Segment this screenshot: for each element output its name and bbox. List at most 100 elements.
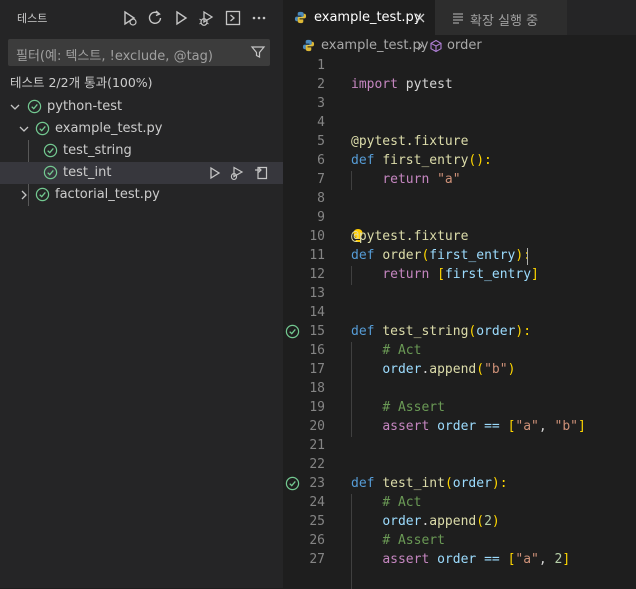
passed-icon [43,165,58,180]
test-filter-input[interactable]: 필터(예: 텍스트, !exclude, @tag) [8,39,270,66]
line-number: 18 [309,381,325,396]
run-with-coverage-button[interactable] [121,9,139,27]
line-number: 16 [309,343,325,358]
line-number: 7 [317,172,325,187]
code-line-24: # Act [382,495,422,510]
run-test-icon[interactable] [207,165,223,181]
tree-item-test-string[interactable]: test_string [0,140,283,162]
code-line-27: assert order == ["a", 2] [382,552,571,567]
filter-placeholder: 필터(예: 텍스트, !exclude, @tag) [16,49,213,64]
test-passed-gutter-icon[interactable] [285,324,300,339]
line-number: 2 [317,77,325,92]
line-number: 26 [309,533,325,548]
line-number: 19 [309,400,325,415]
line-number: 14 [309,305,325,320]
breadcrumb-file[interactable]: example_test.py [321,38,429,53]
code-line-11: def order(first_entry): [351,248,532,263]
test-passed-gutter-icon[interactable] [285,476,300,491]
code-line-12: return [first_entry] [382,267,539,282]
line-number: 11 [309,248,325,263]
line-number: 27 [309,552,325,567]
line-number: 8 [317,191,325,206]
ellipsis-icon [252,16,266,20]
code-line-15: def test_string(order): [351,324,532,339]
line-number: 22 [309,457,325,472]
tab-running-extensions[interactable]: 확장 실행 중 [435,0,567,35]
line-number: 5 [317,134,325,149]
code-line-16: # Act [382,343,422,358]
code-line-17: order.append("b") [382,362,516,377]
breadcrumb-symbol[interactable]: order [447,38,482,53]
text-cursor [527,248,528,265]
line-number: 3 [317,96,325,111]
line-number: 12 [309,267,325,282]
debug-test-icon[interactable] [229,165,245,181]
code-line-26: # Assert [382,533,445,548]
line-number: 10 [309,229,325,244]
line-number: 17 [309,362,325,377]
refresh-icon [148,10,162,24]
code-line-10: @pytest.fixture [351,229,469,244]
code-line-25: order.append(2) [382,514,500,529]
code-line-5: @pytest.fixture [351,134,469,149]
passed-icon [35,187,50,202]
line-number: 13 [309,286,325,301]
line-number: 6 [317,153,325,168]
debug-all-tests-button[interactable] [198,9,216,27]
close-icon[interactable] [414,12,426,24]
test-explorer-sidebar: 테스트 필터(예: 텍스트, !exclude, @tag) 테스트 2/2개 … [0,0,283,588]
test-summary: 테스트 2/2개 통과(100%) [10,75,153,90]
python-file-icon [294,11,307,24]
chevron-down-icon[interactable] [8,100,22,114]
passed-icon [35,121,50,136]
tree-item-factorial-test[interactable]: factorial_test.py [0,184,283,206]
code-line-2: import pytest [351,77,453,92]
tab-label: example_test.py [314,10,422,25]
tree-item-label: test_int [63,165,112,180]
breadcrumb: example_test.py order [283,35,636,57]
sidebar-title: 테스트 [17,12,48,25]
line-number: 25 [309,514,325,529]
tree-item-label: python-test [47,99,123,114]
tab-example-test[interactable]: example_test.py [283,0,435,35]
tree-item-label: example_test.py [55,121,163,136]
sidebar-header: 테스트 [0,0,283,35]
passed-icon [27,99,42,114]
more-actions-button[interactable] [250,9,268,27]
line-number: 20 [309,419,325,434]
code-line-6: def first_entry(): [351,153,492,168]
run-all-tests-button[interactable] [172,9,190,27]
refresh-tests-button[interactable] [146,9,164,27]
terminal-icon [225,10,241,26]
extension-list-icon [453,13,463,24]
code-line-7: return "a" [382,172,461,187]
tree-item-python-test[interactable]: python-test [0,96,283,118]
code-editor[interactable]: 1 2 3 4 5 6 7 8 9 10 11 12 13 14 15 16 17 18 19 20 21 22 23 24 2… [283,57,636,589]
line-number: 21 [309,438,325,453]
symbol-method-icon [430,39,442,53]
tab-label: 확장 실행 중 [470,14,539,29]
run-icon [176,10,188,26]
go-to-test-icon[interactable] [253,165,269,181]
python-file-icon [302,39,315,52]
line-number: 4 [317,115,325,130]
line-number: 1 [317,58,325,73]
code-line-23: def test_int(order): [351,476,508,491]
chevron-right-icon [417,41,423,51]
chevron-right-icon[interactable] [17,188,31,202]
line-number: 24 [309,495,325,510]
code-line-19: # Assert [382,400,445,415]
tree-item-example-test[interactable]: example_test.py [0,118,283,140]
run-coverage-icon [124,10,137,26]
tree-item-label: factorial_test.py [55,187,160,202]
line-number: 9 [317,210,325,225]
filter-icon[interactable] [250,44,266,60]
editor-tab-bar: example_test.py 확장 실행 중 [283,0,636,35]
passed-icon [43,143,58,158]
show-output-button[interactable] [224,9,242,27]
chevron-down-icon[interactable] [17,122,31,136]
debug-icon [199,10,214,26]
tree-item-test-int[interactable]: test_int [0,162,283,184]
tree-item-label: test_string [63,143,132,158]
code-line-20: assert order == ["a", "b"] [382,419,586,434]
